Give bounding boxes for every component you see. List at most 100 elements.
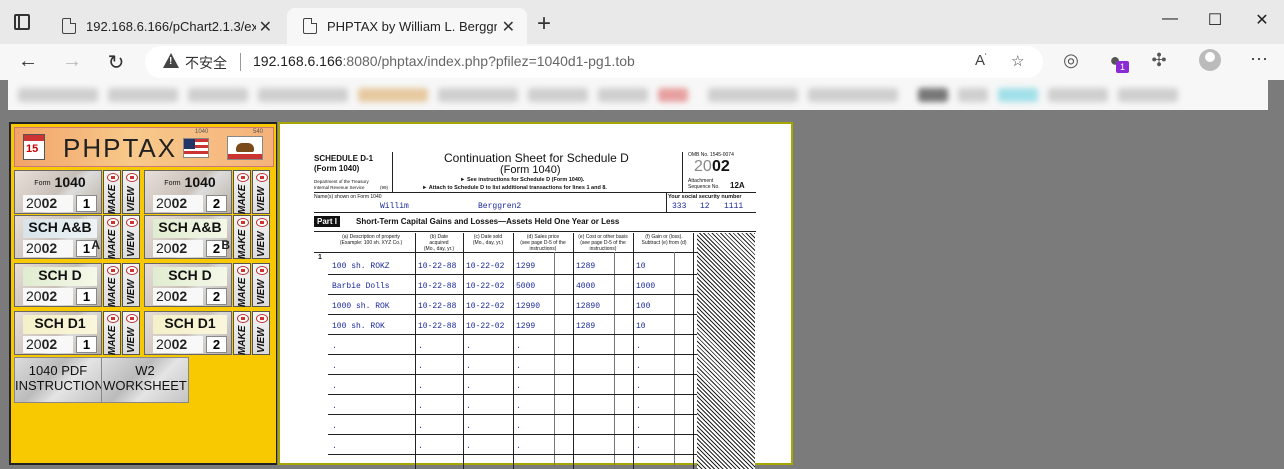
ssn-part3: 1111 [724,202,744,211]
make-button[interactable]: MAKE [233,311,251,355]
favorite-item[interactable] [918,88,948,102]
extension-circle-icon[interactable]: ◎ [1060,50,1082,71]
close-icon[interactable]: ✕ [1252,10,1272,30]
favorite-item[interactable] [258,88,348,102]
tile-year-prefix: 20 [26,195,42,211]
favorite-item[interactable] [598,88,648,102]
cell-acq: . [418,442,423,451]
favorite-item[interactable] [528,88,588,102]
schedule-d1-page2-tile[interactable]: SCH D1 2002 2 [144,311,232,355]
extensions-puzzle-icon[interactable]: ✣ [1148,50,1170,71]
tile-prefix: Form [164,179,181,187]
tab-title: 192.168.6.166/pChart2.1.3/examp [86,18,256,34]
cell-price: 1299 [516,322,536,331]
view-button[interactable]: VIEW [122,311,140,355]
make-icon [237,314,249,323]
view-button[interactable]: VIEW [252,215,270,259]
make-button[interactable]: MAKE [103,311,121,355]
reload-icon[interactable]: ↻ [104,50,128,75]
banner-form-label: 1040 [195,129,209,135]
plus-icon[interactable]: + [533,10,555,38]
security-label[interactable]: 不安全 [185,53,227,73]
favorite-item[interactable] [958,88,988,102]
schedule-d-page1-tile[interactable]: SCH D 2002 1 [14,263,102,307]
view-button[interactable]: VIEW [252,263,270,307]
view-button[interactable]: VIEW [252,311,270,355]
make-button[interactable]: MAKE [233,215,251,259]
tab-actions-icon[interactable] [14,14,30,30]
more-menu-icon[interactable]: ··· [1250,48,1268,69]
forward-arrow-icon[interactable]: → [60,50,84,73]
rule [314,192,756,193]
view-button[interactable]: VIEW [122,263,140,307]
tile-page-number: 1 [76,195,97,212]
make-button[interactable]: MAKE [233,170,251,214]
cell-price: . [516,362,521,371]
favorite-item[interactable] [188,88,248,102]
minimize-icon[interactable]: — [1160,10,1180,28]
tab-phptax[interactable]: PHPTAX by William L. Berggren 2 ✕ [287,8,527,44]
california-flag-icon [227,136,263,160]
view-button[interactable]: VIEW [122,215,140,259]
tile-year-prefix: 20 [26,336,42,352]
cell-sold: . [466,342,471,351]
last-name-value: Berggren2 [478,202,522,211]
view-button[interactable]: VIEW [122,170,140,214]
row-rule [328,354,697,355]
view-button[interactable]: VIEW [252,170,270,214]
cents-divider [614,252,615,469]
cell-acq: . [418,342,423,351]
w2-worksheet-button[interactable]: W2 WORKSHEET [101,357,189,403]
form-1040-page1-tile[interactable]: Form 1040 2002 1 [14,170,102,214]
make-button[interactable]: MAKE [233,263,251,307]
cell-acq: . [418,422,423,431]
favorite-item[interactable] [438,88,518,102]
cell-desc: 1000 sh. ROK [332,302,390,311]
cell-gain: . [636,362,641,371]
make-button[interactable]: MAKE [103,170,121,214]
favorite-item[interactable] [708,88,798,102]
cell-desc: . [332,402,337,411]
warning-icon[interactable] [163,53,179,68]
form-1040-page2-tile[interactable]: Form 1040 2002 2 [144,170,232,214]
make-button[interactable]: MAKE [103,263,121,307]
tab-title: PHPTAX by William L. Berggren 2 [327,18,497,34]
maximize-icon[interactable]: ☐ [1205,10,1225,30]
schedule-ab-page1-tile[interactable]: SCH A&B 2002 1 A [14,215,102,259]
url-input[interactable]: 不安全 192.168.6.166:8080/phptax/index.php?… [145,46,1043,78]
tile-year-suffix: 02 [41,336,58,352]
make-button[interactable]: MAKE [103,215,121,259]
cell-acq: . [418,382,423,391]
tile-page-number: 2 [206,336,227,353]
favorite-item[interactable] [1118,88,1178,102]
pdf-instructions-button[interactable]: 1040 PDF INSTRUCTIONS [14,357,113,403]
favorite-item[interactable] [1048,88,1108,102]
make-icon [237,266,249,275]
back-arrow-icon[interactable]: ← [16,50,40,73]
tab-pchart[interactable]: 192.168.6.166/pChart2.1.3/examp ✕ [46,8,284,44]
view-icon [126,266,138,275]
part-label: Part I [314,216,341,227]
schedule-d1-page1-tile[interactable]: SCH D1 2002 1 [14,311,102,355]
favorite-item[interactable] [808,88,898,102]
favorite-item[interactable] [18,88,98,102]
favorite-item[interactable] [998,88,1038,102]
tile-label: SCH D [38,267,82,283]
schedule-d-page2-tile[interactable]: SCH D 2002 2 [144,263,232,307]
profile-avatar[interactable] [1199,49,1221,71]
cell-cost: 12890 [576,302,601,311]
url-text[interactable]: 192.168.6.166:8080/phptax/index.php?pfil… [253,53,635,69]
close-tab-icon[interactable]: ✕ [259,17,272,37]
add-favorite-icon[interactable]: ☆ [1011,52,1024,70]
tile-year-suffix: 02 [171,336,188,352]
schedule-label: SCHEDULE D-1 [314,154,374,163]
schedule-ab-page2-tile[interactable]: SCH A&B 2002 2 B [144,215,232,259]
view-icon [126,218,138,227]
ssn-part2: 12 [700,202,710,211]
close-tab-icon[interactable]: ✕ [502,17,515,37]
banner-title: PHPTAX [63,133,178,163]
read-aloud-icon[interactable]: Aʹ [975,52,987,69]
favorite-item[interactable] [358,88,428,102]
favorite-item[interactable] [108,88,178,102]
favorite-item[interactable] [658,88,688,102]
